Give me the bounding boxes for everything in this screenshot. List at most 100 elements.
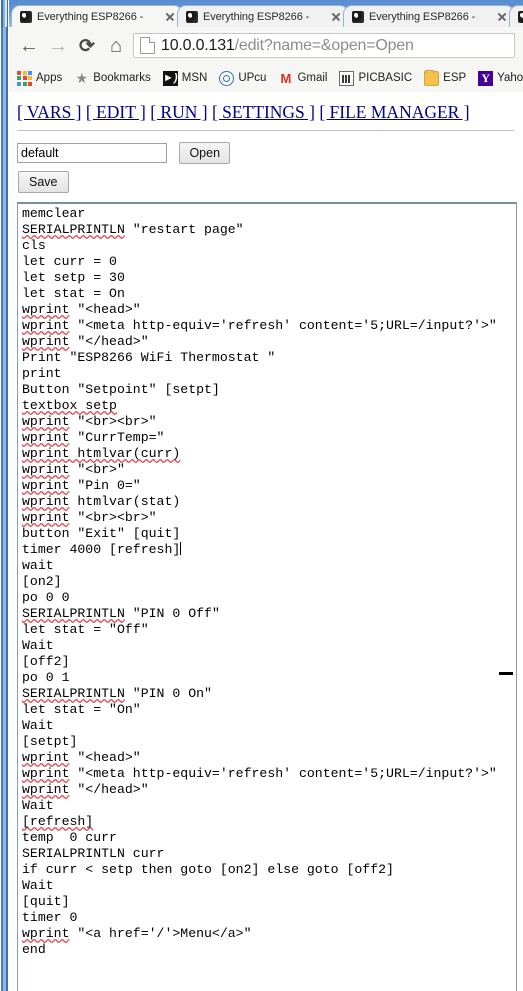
code-line: [off2] [22,654,70,669]
bookmark-bookmarks[interactable]: ★ Bookmarks [70,68,155,88]
page-content: [ VARS ] [ EDIT ] [ RUN ] [ SETTINGS ] [… [9,92,523,991]
code-line: let stat = "Off" [22,622,149,637]
horizontal-rule [17,130,514,131]
code-line: button "Exit" [quit] [22,526,181,541]
browser-tab-2[interactable]: Everything ESP8266 - [177,5,349,27]
code-line: wprint "CurrTemp=" [22,430,165,445]
tab-favicon-icon [20,10,32,23]
save-button[interactable]: Save [18,171,69,193]
code-line: timer 0 [22,910,78,925]
tab-title: Everything ESP8266 - [37,10,144,23]
tab-favicon-icon [186,10,198,23]
folder-icon [424,69,440,86]
code-line: [setpt] [22,734,78,749]
browser-tab-3[interactable]: Everything ESP8266 - [343,5,515,27]
page-document-icon [140,37,155,54]
code-line: wprint "<br>" [22,462,125,477]
bookmark-label: Gmail [297,72,328,84]
home-button[interactable]: ⌂ [103,33,129,59]
browser-tab-4[interactable] [509,5,523,27]
code-line: wprint "</head>" [22,334,149,349]
address-bar[interactable]: 10.0.0.131/edit?name=&open=Open [133,33,515,58]
code-line: wait [22,558,54,573]
code-editor-textarea[interactable]: memclear SERIALPRINTLN "restart page" cls l… [17,202,517,991]
code-line: wprint "<head>" [22,302,141,317]
code-line: Wait [22,798,54,813]
bookmark-esp[interactable]: ESP [420,68,470,88]
code-line: let stat = On [22,286,125,301]
back-button[interactable]: ← [16,33,42,59]
tab-strip: Everything ESP8266 - Everything ESP8266 … [9,0,523,27]
upcu-icon [219,70,235,86]
bookmark-gmail[interactable]: M Gmail [274,68,331,88]
open-file-row: Open [17,142,231,164]
star-icon: ★ [75,69,88,86]
bookmark-apps[interactable]: Apps [13,68,66,88]
tab-favicon-icon [352,10,364,23]
bookmark-label: Apps [36,72,63,84]
code-line: textbox setp [22,398,117,413]
bookmark-label: UPcu [238,72,267,84]
code-editor-wrapper: memclear SERIALPRINTLN "restart page" cls l… [17,202,517,991]
forward-button[interactable]: → [45,33,71,59]
tab-title: Everything ESP8266 - [369,10,476,23]
bookmarks-bar: Apps ★ Bookmarks ►) MSN UPcu M Gmail PIC… [9,64,523,93]
code-line: memclear [22,206,86,221]
bookmark-msn[interactable]: ►) MSN [159,68,212,88]
tab-title: Everything ESP8266 - [203,10,310,23]
code-line: [quit] [22,894,70,909]
code-line: SERIALPRINTLN "restart page" [22,222,244,237]
code-line: end [22,942,46,957]
bookmark-picbasic[interactable]: PICBASIC [335,68,416,88]
code-line: wprint "<meta http-equiv='refresh' conte… [22,766,497,781]
bookmark-label: Bookmarks [93,72,151,84]
address-path: /edit?name=&open=Open [234,36,414,54]
code-line: Wait [22,718,54,733]
browser-tab-1[interactable]: Everything ESP8266 - [11,5,183,27]
bookmark-label: PICBASIC [358,72,413,84]
filename-input[interactable] [17,143,167,163]
code-line: [on2] [22,574,62,589]
code-line: print [22,366,62,381]
browser-toolbar: ← → ⟳ ⌂ 10.0.0.131/edit?name=&open=Open [9,27,523,65]
tab-close-icon[interactable] [495,10,509,24]
page-nav-link-4[interactable]: [ FILE MANAGER ] [319,102,469,122]
code-line: wprint "<meta http-equiv='refresh' conte… [22,318,497,333]
code-line: wprint htmlvar(curr) [22,446,181,461]
code-line: SERIALPRINTLN "PIN 0 Off" [22,606,220,621]
bookmark-label: Yahoo! G [497,72,523,84]
tab-close-icon[interactable] [329,10,343,24]
page-nav-link-0[interactable]: [ VARS ] [17,102,82,122]
open-button[interactable]: Open [179,142,231,164]
code-line: if curr < setp then goto [on2] else goto… [22,862,394,877]
apps-grid-icon [17,70,32,86]
code-line: Wait [22,638,54,653]
code-line: let stat = "On" [22,702,141,717]
code-line: Button "Setpoint" [setpt] [22,382,220,397]
code-line: let curr = 0 [22,254,117,269]
code-line: cls [22,238,46,253]
bookmark-upcu[interactable]: UPcu [215,68,270,88]
code-text: memclear SERIALPRINTLN "restart page" cls l… [22,206,497,958]
window-left-frame-lower [0,27,9,991]
editor-scroll-marker[interactable] [499,672,513,675]
bookmark-yahoo[interactable]: Y Yahoo! G [474,68,523,88]
code-line: wprint "<head>" [22,750,141,765]
bookmark-label: MSN [181,72,208,84]
code-line: timer 4000 [refresh] [22,542,182,557]
reload-button[interactable]: ⟳ [74,33,100,59]
code-line: wprint "<br><br>" [22,510,157,525]
address-bar-text: 10.0.0.131/edit?name=&open=Open [161,37,414,55]
page-nav-link-1[interactable]: [ EDIT ] [86,102,146,122]
page-nav-link-2[interactable]: [ RUN ] [150,102,207,122]
code-line: po 0 1 [22,670,70,685]
yahoo-icon: Y [478,70,494,86]
tab-close-icon[interactable] [163,10,177,24]
gmail-icon: M [280,70,292,86]
tab-favicon-icon [518,10,523,23]
code-line: SERIALPRINTLN "PIN 0 On" [22,686,212,701]
bookmark-label: ESP [443,72,467,84]
page-nav-link-3[interactable]: [ SETTINGS ] [212,102,315,122]
code-line: [refresh] [22,814,94,829]
code-line: wprint "</head>" [22,782,149,797]
